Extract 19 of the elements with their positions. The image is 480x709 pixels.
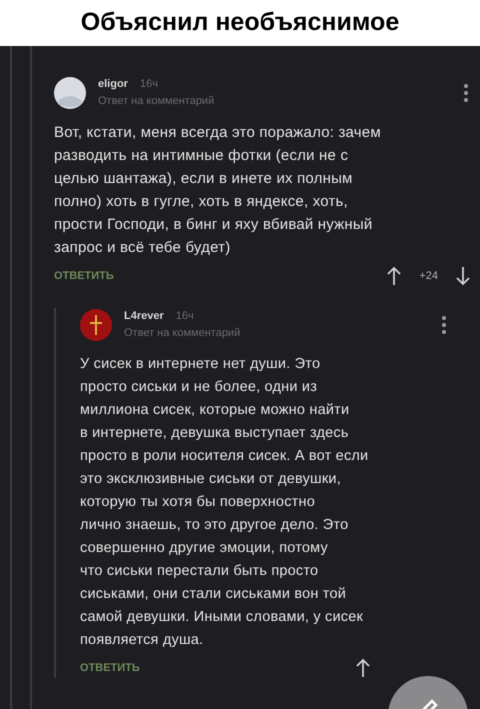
- downvote-arrow-icon[interactable]: [456, 266, 470, 286]
- more-options-icon[interactable]: [464, 84, 468, 102]
- author-name[interactable]: eligor: [98, 76, 128, 92]
- reply-button[interactable]: ОТВЕТИТЬ: [54, 268, 114, 284]
- avatar: [80, 308, 112, 340]
- avatar: [54, 76, 86, 108]
- caption: Объяснил необъяснимое: [80, 7, 400, 38]
- comment-text: Вот, кстати, меня всегда это поражало: зачем разводить на интимные фотки (если не с целью шантажа), если в инете их полным полно) хоть в гугле, хоть в яндексе, хоть, прости Господи, в бинг и яху вбивай нужный запрос и всё тебе будет): [54, 123, 381, 258]
- comment-text: У сисек в интернете нет души. Это просто сиськи и не более, одни из миллиона сисек, которые можно найти в интернете, девушка выступает здесь просто в роли носителя сисек. А вот если это эксклюзивные сиськи от девушки, которую ты хотя бы поверхностно лично знаешь, то это другое дело. Это совершенно другие эмоции, потому что сиськи перестали быть просто сиськами, они стали сиськами вон той самой девушки. Иными словами, у сисек появляется душа.: [80, 355, 368, 650]
- reply-note: Ответ на комментарий: [98, 94, 216, 108]
- upvote-arrow-icon[interactable]: [356, 658, 370, 678]
- author-name[interactable]: L4rever: [124, 308, 164, 324]
- reply-button[interactable]: ОТВЕТИТЬ: [80, 660, 140, 676]
- reply-note: Ответ на комментарий: [124, 326, 242, 340]
- comment-time: 16ч: [140, 77, 158, 92]
- rating: +24: [419, 268, 438, 284]
- upvote-arrow-icon[interactable]: [387, 266, 402, 286]
- more-options-icon[interactable]: [442, 316, 446, 334]
- comment-time: 16ч: [176, 309, 194, 324]
